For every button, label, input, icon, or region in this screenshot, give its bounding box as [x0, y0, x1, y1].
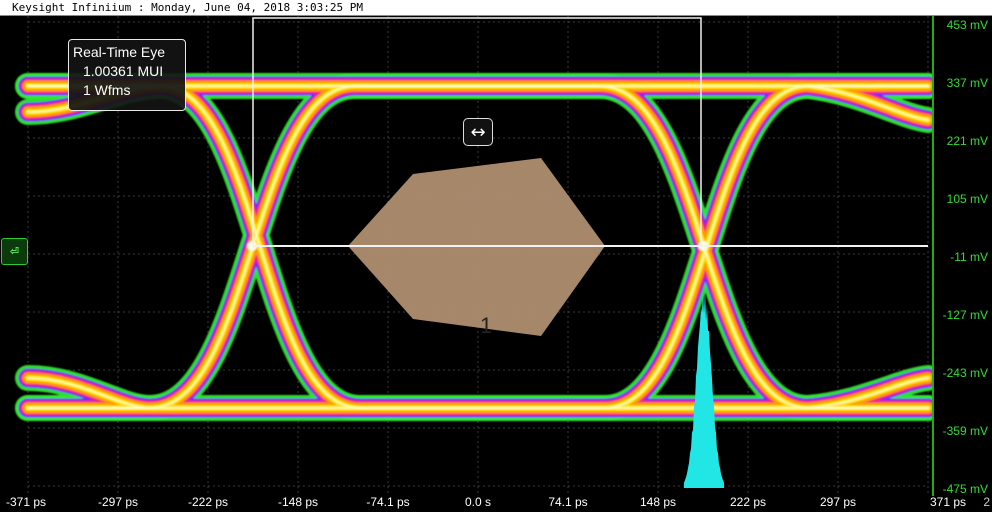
y-axis-label: 105 mV: [946, 192, 988, 206]
y-axis-label: -243 mV: [942, 366, 988, 380]
x-axis-label: 148 ps: [639, 495, 677, 509]
x-axis-label: 74.1 ps: [548, 495, 588, 509]
x-axis-label: 371 ps: [929, 495, 967, 509]
x-axis-label: -74.1 ps: [366, 495, 410, 509]
window-title: Keysight Infiniium : Monday, June 04, 20…: [12, 1, 363, 14]
y-axis: 453 mV 337 mV 221 mV 105 mV -11 mV -127 mV -24…: [932, 16, 992, 496]
page-indicator: 2: [983, 495, 990, 509]
horizontal-drag-handle[interactable]: ↔: [463, 118, 493, 146]
scope-display[interactable]: Real-Time Eye 1.00361 MUI 1 Wfms ↔ ⏎ 1 4…: [0, 16, 992, 512]
y-axis-label: -127 mV: [942, 308, 988, 322]
x-axis-label: 297 ps: [819, 495, 857, 509]
x-axis-label: -297 ps: [97, 495, 139, 509]
x-axis-label: -371 ps: [5, 495, 47, 509]
double-arrow-horizontal-icon: ↔: [470, 121, 486, 143]
y-axis-label: 221 mV: [946, 134, 988, 148]
y-axis-label: -359 mV: [942, 424, 988, 438]
mask-region-label: 1: [480, 313, 493, 338]
y-axis-label: 453 mV: [946, 18, 988, 32]
eye-info-wfms: 1 Wfms: [83, 82, 131, 98]
x-axis: 2 -371 ps -297 ps -222 ps -148 ps -74.1 ps 0.…: [0, 492, 992, 512]
y-axis-label: -11 mV: [950, 250, 988, 264]
x-axis-label: -222 ps: [187, 495, 229, 509]
x-axis-label: -148 ps: [277, 495, 319, 509]
eye-info-mui: 1.00361 MUI: [83, 63, 164, 79]
x-axis-label: 0.0 s: [464, 495, 492, 509]
eye-info-box[interactable]: Real-Time Eye 1.00361 MUI 1 Wfms: [68, 39, 186, 111]
title-bar: Keysight Infiniium : Monday, June 04, 20…: [0, 0, 992, 16]
channel-ground-marker-icon: ⏎: [9, 245, 20, 258]
y-axis-label: 337 mV: [946, 76, 988, 90]
eye-info-title: Real-Time Eye: [73, 44, 166, 60]
channel-ground-marker[interactable]: ⏎: [1, 238, 28, 265]
x-axis-label: 222 ps: [729, 495, 767, 509]
